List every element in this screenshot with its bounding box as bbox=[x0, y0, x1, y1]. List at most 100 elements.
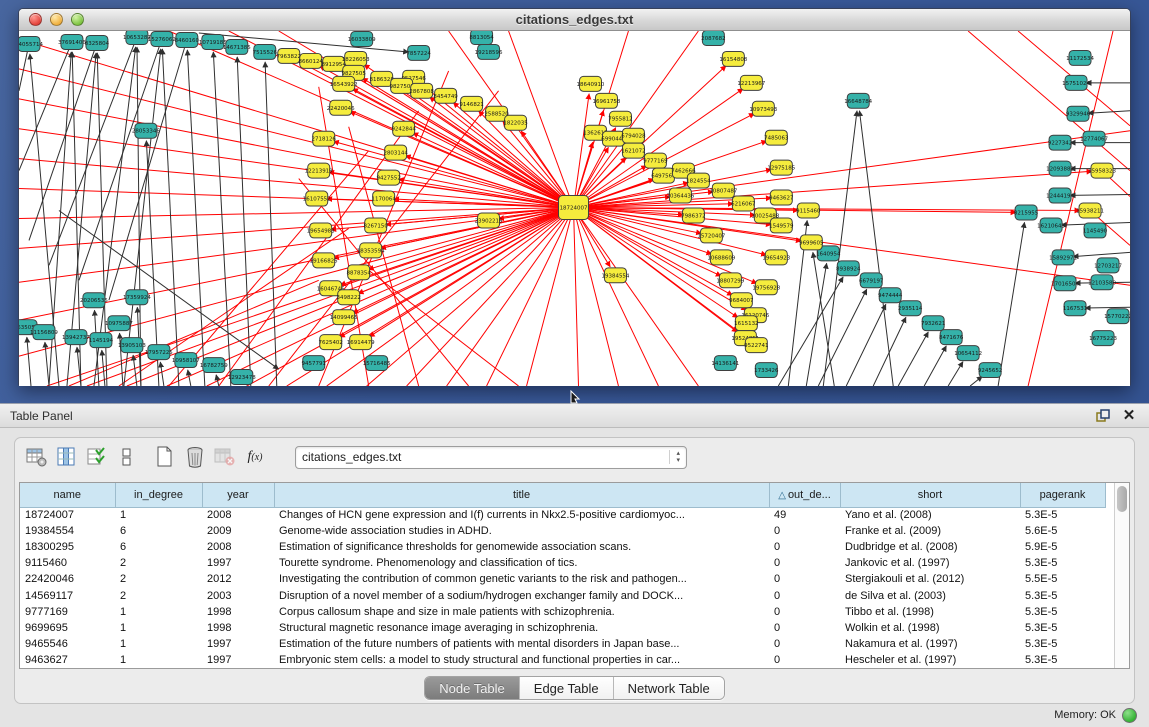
network-graph-canvas[interactable]: 1405571437691406832580410653287152760628… bbox=[19, 31, 1130, 386]
table-row[interactable]: 969969511998Structural magnetic resonanc… bbox=[20, 620, 1105, 636]
graph-nodes: 1405571437691406832580410653287152760628… bbox=[19, 31, 1130, 385]
scrollbar-thumb[interactable] bbox=[1117, 486, 1127, 512]
graph-node-label: 9699605 bbox=[799, 240, 823, 246]
table-row[interactable]: 911546021997Tourette syndrome. Phenomeno… bbox=[20, 555, 1105, 571]
table-toolbar: f(x) citations_edges.txt ▴▾ bbox=[15, 438, 1134, 476]
table-cell: Jankovic et al. (1997) bbox=[840, 555, 1020, 571]
graph-node-label: 7625402 bbox=[319, 340, 343, 346]
graph-node-label: 9522741 bbox=[744, 343, 768, 349]
new-table-icon[interactable] bbox=[153, 445, 177, 469]
graph-node-label: 9684007 bbox=[729, 298, 754, 304]
tab-edge-table[interactable]: Edge Table bbox=[519, 677, 613, 699]
graph-node-label: 1733426 bbox=[754, 368, 779, 374]
select-all-icon[interactable] bbox=[85, 445, 109, 469]
graph-node-label: 2803144 bbox=[383, 151, 408, 157]
import-table-icon bbox=[213, 445, 237, 469]
table-cell: 6 bbox=[115, 523, 202, 539]
graph-node-label: 15770222 bbox=[1104, 314, 1130, 320]
show-columns-icon[interactable] bbox=[55, 445, 79, 469]
sort-ascending-icon: △ bbox=[778, 490, 786, 501]
memory-status-label: Memory: OK bbox=[1054, 709, 1116, 721]
graph-node-label: 1621072 bbox=[621, 149, 645, 155]
graph-node-label: 7485063 bbox=[764, 136, 789, 142]
table-selector-value: citations_edges.txt bbox=[302, 450, 669, 464]
graph-node-label: 16648784 bbox=[844, 99, 872, 105]
tab-network-table[interactable]: Network Table bbox=[613, 677, 724, 699]
table-cell: Genome-wide association studies in ADHD. bbox=[274, 523, 769, 539]
graph-node-label: 8813054 bbox=[469, 35, 494, 41]
table-row[interactable]: 1872400712008Changes of HCN gene express… bbox=[20, 507, 1105, 523]
table-row[interactable]: 946554611997Estimation of the future num… bbox=[20, 636, 1105, 652]
column-header-out_de[interactable]: △out_de... bbox=[769, 483, 840, 507]
table-cell: 22420046 bbox=[20, 571, 115, 587]
table-selector-dropdown[interactable]: citations_edges.txt ▴▾ bbox=[295, 446, 687, 469]
graph-node-label: 6216067 bbox=[731, 202, 756, 208]
graph-node-label: 15958323 bbox=[1088, 169, 1116, 175]
graph-node-label: 19384554 bbox=[602, 273, 630, 279]
graph-node-label: 10807487 bbox=[709, 189, 737, 195]
delete-table-icon[interactable] bbox=[183, 445, 207, 469]
table-row[interactable]: 1830029562008Estimation of significance … bbox=[20, 539, 1105, 555]
table-cell: 5.9E-5 bbox=[1020, 539, 1105, 555]
graph-node-label: 16210643 bbox=[1037, 223, 1065, 229]
graph-node-label: 14099465 bbox=[330, 315, 358, 321]
tab-node-table[interactable]: Node Table bbox=[425, 677, 519, 699]
function-builder-icon[interactable]: f(x) bbox=[243, 445, 267, 469]
graph-node-label: 6679197 bbox=[859, 278, 884, 284]
graph-node-label: 9777169 bbox=[643, 159, 668, 165]
table-cell: 5.3E-5 bbox=[1020, 620, 1105, 636]
table-cell: Nakamura et al. (1997) bbox=[840, 636, 1020, 652]
column-header-pagerank[interactable]: pagerank bbox=[1020, 483, 1105, 507]
table-cell: Disruption of a novel member of a sodium… bbox=[274, 587, 769, 603]
close-panel-icon[interactable]: ✕ bbox=[1119, 407, 1139, 425]
table-row[interactable]: 946362711997Embryonic stem cells: a mode… bbox=[20, 652, 1105, 668]
table-cell: 0 bbox=[769, 571, 840, 587]
graph-node-label: 8215955 bbox=[1014, 210, 1038, 216]
table-cell: 0 bbox=[769, 523, 840, 539]
table-row[interactable]: 977716911998Corpus callosum shape and si… bbox=[20, 604, 1105, 620]
table-row[interactable]: 2242004622012Investigating the contribut… bbox=[20, 571, 1105, 587]
column-header-name[interactable]: name bbox=[20, 483, 115, 507]
column-header-short[interactable]: short bbox=[840, 483, 1020, 507]
column-header-title[interactable]: title bbox=[274, 483, 769, 507]
window-titlebar[interactable]: citations_edges.txt bbox=[19, 9, 1130, 31]
graph-node-label: 9245652 bbox=[978, 368, 1002, 374]
rows-icon[interactable] bbox=[115, 445, 139, 469]
column-header-in_degree[interactable]: in_degree bbox=[115, 483, 202, 507]
graph-node-label: 15938211 bbox=[1076, 208, 1104, 214]
table-cell: Corpus callosum shape and size in male p… bbox=[274, 604, 769, 620]
table-cell: Tibbo et al. (1998) bbox=[840, 604, 1020, 620]
graph-node-label: 9146821 bbox=[459, 102, 483, 108]
graph-node-label: 17016504 bbox=[1051, 281, 1079, 287]
graph-node-label: 13942737 bbox=[62, 335, 90, 341]
graph-node-label: 2087682 bbox=[701, 36, 725, 42]
minimize-window-button[interactable] bbox=[50, 13, 63, 26]
close-window-button[interactable] bbox=[29, 13, 42, 26]
table-cell: 0 bbox=[769, 555, 840, 571]
table-cell: 5.3E-5 bbox=[1020, 587, 1105, 603]
graph-node-label: 9427552 bbox=[376, 176, 400, 182]
table-vertical-scrollbar[interactable] bbox=[1114, 483, 1129, 668]
table-cell: 0 bbox=[769, 636, 840, 652]
table-cell: 9463627 bbox=[20, 652, 115, 668]
table-cell: 18724007 bbox=[20, 507, 115, 523]
table-row[interactable]: 1938455462009Genome-wide association stu… bbox=[20, 523, 1105, 539]
table-cell: 5.3E-5 bbox=[1020, 652, 1105, 668]
graph-node-label: 12975185 bbox=[767, 166, 795, 172]
graph-node-label: 7986372 bbox=[681, 213, 705, 219]
table-row[interactable]: 1456911722003Disruption of a novel membe… bbox=[20, 587, 1105, 603]
table-cell: 5.3E-5 bbox=[1020, 555, 1105, 571]
graph-node-label: 10975887 bbox=[105, 321, 133, 327]
table-cell: 9777169 bbox=[20, 604, 115, 620]
table-cell: 5.6E-5 bbox=[1020, 523, 1105, 539]
graph-node-label: 1549579 bbox=[769, 223, 794, 229]
graph-node-label: 8660124 bbox=[299, 59, 324, 65]
column-header-year[interactable]: year bbox=[202, 483, 274, 507]
table-cell: 2008 bbox=[202, 507, 274, 523]
graph-node-label: 10654112 bbox=[954, 351, 982, 357]
float-panel-icon[interactable] bbox=[1093, 407, 1113, 425]
zoom-window-button[interactable] bbox=[71, 13, 84, 26]
table-cell: Wolkin et al. (1998) bbox=[840, 620, 1020, 636]
graph-node-label: 8325804 bbox=[85, 41, 110, 47]
table-settings-icon[interactable] bbox=[25, 445, 49, 469]
